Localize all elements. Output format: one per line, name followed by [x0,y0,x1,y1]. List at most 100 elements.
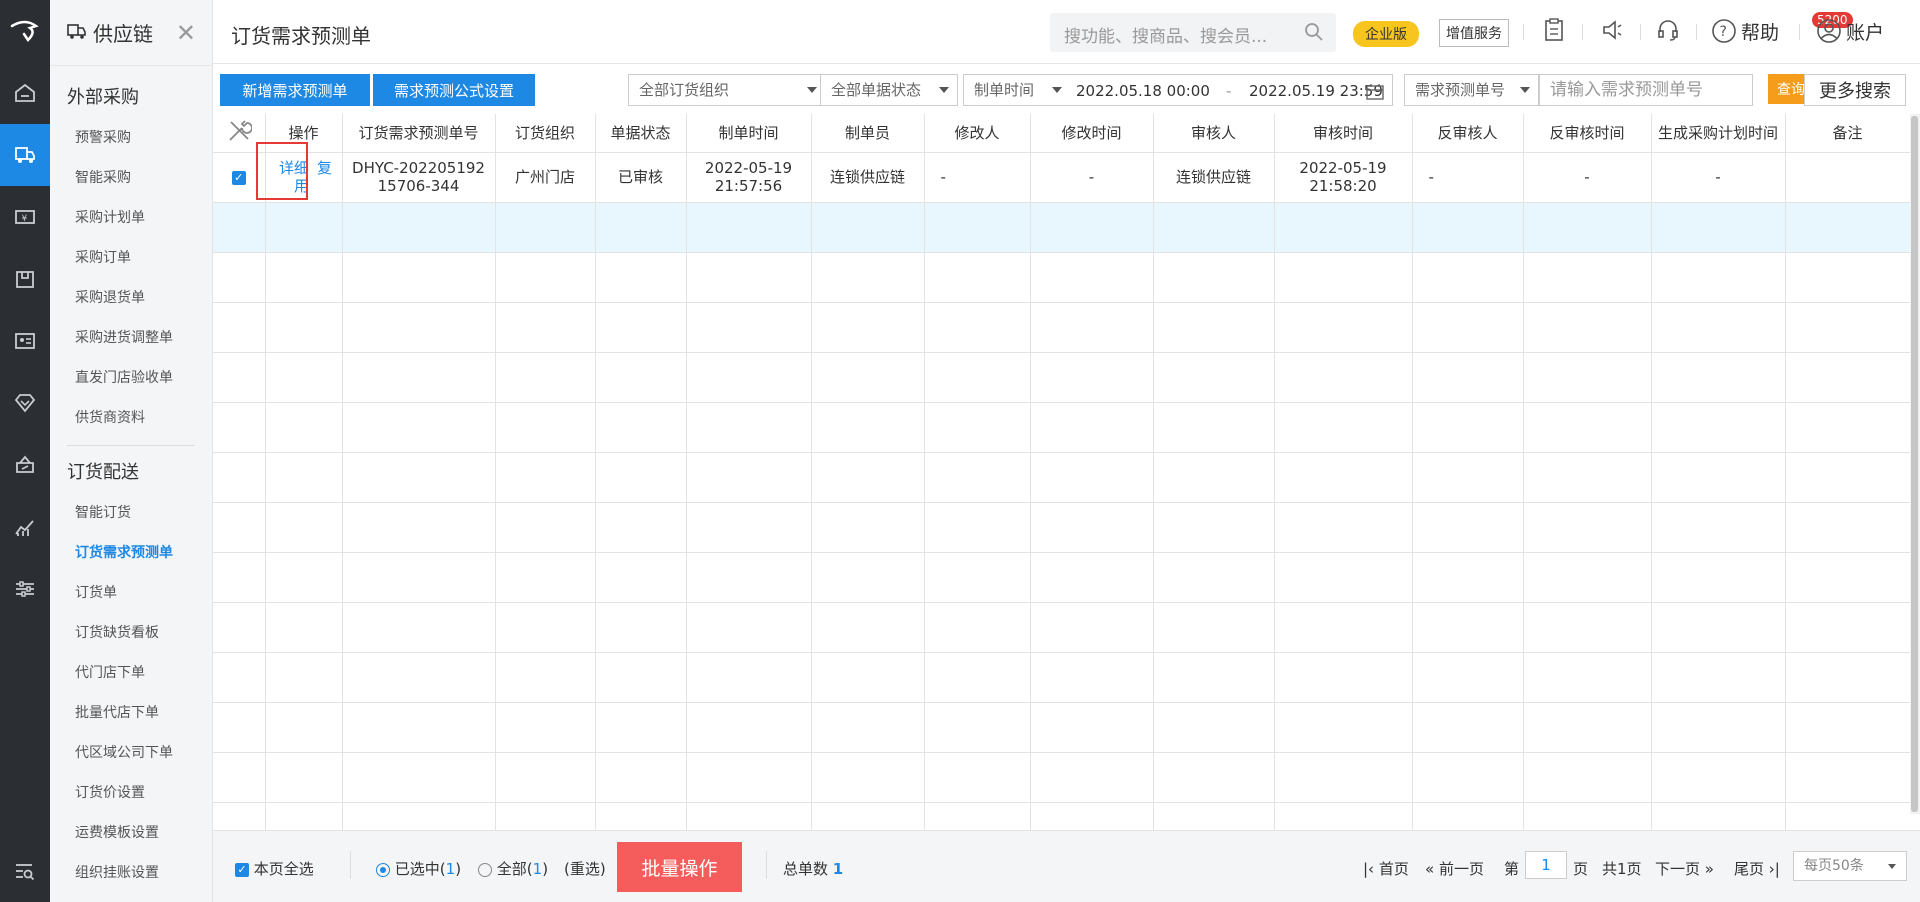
sidebar-item[interactable]: 组织挂账设置 [50,853,212,893]
radio-selected-icon[interactable] [376,862,390,877]
table-row[interactable]: ✓ 详细 复用 DHYC-20220519215706-344 广州门店 已审核 … [213,152,1910,203]
wrench-screwdriver-icon[interactable] [226,120,253,148]
column-header: 单据状态 [595,114,687,153]
menu-divider [67,445,195,446]
reselect-link[interactable]: (重选) [564,858,606,879]
edition-badge[interactable]: 企业版 [1353,21,1419,47]
checkbox-checked-icon[interactable]: ✓ [231,170,246,185]
account-link[interactable]: 账户 [1846,18,1884,45]
add-forecast-button[interactable]: 新增需求预测单 [220,74,370,106]
column-header: 订货组织 [495,114,596,153]
top-header: 订货需求预测单 搜功能、搜商品、搜会员... 企业版 增值服务 5200 ? 帮… [213,0,1920,64]
cell-modifier: - [924,152,1031,203]
more-search-button[interactable]: 更多搜索 [1804,74,1906,106]
date-from[interactable]: 2022.05.18 00:00 [1076,75,1210,107]
org-select[interactable]: 全部订货组织 [628,74,826,106]
help-link[interactable]: 帮助 [1741,18,1779,45]
user-icon[interactable] [1816,18,1842,48]
notification-icon[interactable] [1600,18,1624,46]
radio-unselected-icon[interactable] [478,862,492,877]
diamond-icon[interactable] [0,372,50,434]
report-icon[interactable] [0,496,50,558]
next-page-button[interactable]: 下一页 » [1655,858,1714,879]
forecast-no-placeholder: 请输入需求预测单号 [1550,80,1703,100]
sidebar-item[interactable]: 直发门店验收单 [50,358,212,398]
sidebar-item[interactable]: 订货价设置 [50,773,212,813]
select-page-checkbox[interactable]: ✓ 本页全选 [235,858,314,879]
search-placeholder: 搜功能、搜商品、搜会员... [1064,27,1268,47]
header-divider [1696,24,1697,40]
sidebar-item[interactable]: 智能采购 [50,158,212,198]
empty-row [213,702,1910,753]
help-icon[interactable]: ? [1711,18,1737,48]
close-icon[interactable]: ✕ [176,19,196,47]
sidebar-item[interactable]: 智能订货 [50,493,212,533]
search-field-select[interactable]: 需求预测单号 [1404,74,1539,106]
audit-time: 21:58:20 [1309,177,1377,195]
last-page-icon: ›| [1768,860,1780,878]
sidebar-item[interactable]: 订货缺货看板 [50,613,212,653]
batch-operation-button[interactable]: 批量操作 [617,842,742,892]
chevron-down-icon [1888,864,1896,869]
sidebar-item[interactable]: 订货单 [50,573,212,613]
date-range-picker[interactable]: 制单时间 2022.05.18 00:00 - 2022.05.19 23:59 [963,74,1393,106]
sidebar-item[interactable]: 采购退货单 [50,278,212,318]
calendar-icon[interactable] [1366,81,1384,111]
table-footer: ✓ 本页全选 已选中(1) 全部(1) (重选) 批量操作 总单数 1 |‹ 首… [213,830,1920,902]
date-separator: - [1226,82,1232,100]
first-page-icon: |‹ [1363,860,1375,878]
search-field-value: 需求预测单号 [1415,81,1506,99]
header-divider [1523,24,1524,40]
empty-row [213,752,1910,803]
global-search-input[interactable]: 搜功能、搜商品、搜会员... [1050,13,1336,52]
first-page-button[interactable]: |‹ 首页 [1363,858,1409,879]
sidebar-item[interactable]: 批量代店下单 [50,693,212,733]
last-page-button[interactable]: 尾页 ›| [1734,858,1780,879]
marketing-icon[interactable] [0,434,50,496]
sidebar-item[interactable]: 代门店下单 [50,653,212,693]
empty-row [213,552,1910,603]
scrollbar-thumb[interactable] [1911,116,1918,812]
home-icon[interactable] [0,62,50,124]
vertical-scrollbar[interactable] [1910,114,1920,814]
sidebar-item[interactable]: 预警采购 [50,118,212,158]
sidebar-item[interactable]: 采购计划单 [50,198,212,238]
empty-row [213,802,1910,830]
value-added-button[interactable]: 增值服务 [1439,19,1509,47]
goods-icon[interactable] [0,248,50,310]
checkbox-checked-icon[interactable]: ✓ [235,862,249,877]
sidebar-item[interactable]: 运费模板设置 [50,813,212,853]
column-header: 制单员 [811,114,925,153]
all-radio[interactable]: 全部(1) [478,858,548,879]
supply-chain-icon[interactable] [0,124,50,186]
total-count: 总单数 1 [783,858,843,879]
clipboard-icon[interactable] [1543,18,1565,46]
forecast-table: 操作 订货需求预测单号 订货组织 单据状态 制单时间 制单员 修改人 修改时间 … [213,114,1910,830]
logo-icon[interactable] [0,0,50,62]
sidebar-item-active[interactable]: 订货需求预测单 [50,533,212,573]
sidebar-item[interactable]: 代区域公司下单 [50,733,212,773]
time-type-select[interactable]: 制单时间 [974,81,1034,99]
finance-icon[interactable]: ¥ [0,186,50,248]
cell-remark [1785,152,1910,203]
menu-search-icon[interactable] [0,840,50,902]
page-number-input[interactable]: 1 [1525,851,1567,879]
chevron-down-icon [939,87,949,93]
settings-sliders-icon[interactable] [0,558,50,620]
status-select[interactable]: 全部单据状态 [820,74,958,106]
formula-settings-button[interactable]: 需求预测公式设置 [373,74,535,106]
headset-icon[interactable] [1656,18,1680,46]
date-to[interactable]: 2022.05.19 23:59 [1249,75,1383,107]
cell-audit-time: 2022-05-19 21:58:20 [1274,152,1413,203]
sidebar-item[interactable]: 采购订单 [50,238,212,278]
prev-page-button[interactable]: « 前一页 [1425,858,1484,879]
search-icon[interactable] [1304,22,1324,46]
forecast-no-input[interactable]: 请输入需求预测单号 [1539,74,1753,106]
prev-page-label: 前一页 [1438,860,1484,878]
sidebar-item[interactable]: 采购进货调整单 [50,318,212,358]
selected-radio[interactable]: 已选中(1) [376,858,461,879]
page-size-select[interactable]: 每页50条 [1793,851,1907,881]
member-card-icon[interactable] [0,310,50,372]
selected-count: 1 [445,860,456,878]
sidebar-item[interactable]: 供货商资料 [50,398,212,438]
